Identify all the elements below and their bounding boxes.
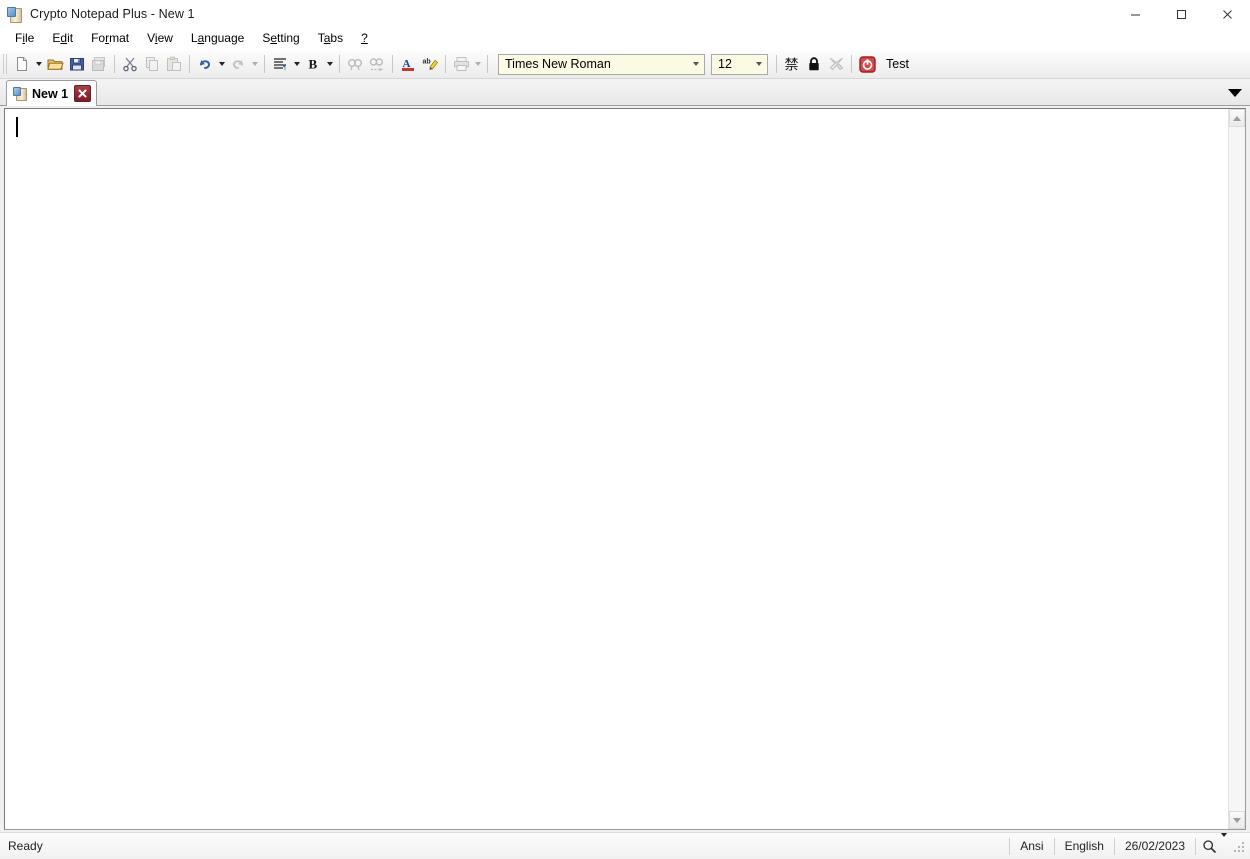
font-name-value: Times New Roman (505, 56, 611, 71)
font-size-combo[interactable]: 12 (711, 53, 768, 75)
close-icon[interactable] (1204, 0, 1250, 28)
status-message: Ready (8, 839, 43, 853)
print-icon[interactable] (450, 53, 472, 75)
scroll-down-icon[interactable] (1229, 811, 1245, 829)
menu-label-post: it (67, 31, 74, 45)
undo-icon[interactable] (194, 53, 216, 75)
menu-item-edit[interactable]: Edit (43, 29, 82, 48)
magnifier-icon (1203, 839, 1217, 853)
cjk-encode-icon[interactable]: 禁 (781, 53, 803, 75)
new-document-dropdown-icon[interactable] (33, 53, 44, 75)
status-language[interactable]: English (1053, 837, 1114, 855)
document-icon (13, 87, 27, 101)
title-bar: Crypto Notepad Plus - New 1 (0, 0, 1250, 28)
bold-dropdown-icon[interactable] (324, 53, 335, 75)
menu-label-accel: ? (361, 31, 368, 45)
tab-new-1[interactable]: New 1 (6, 80, 98, 106)
status-bar: Ready Ansi English 26/02/2023 (0, 832, 1250, 859)
redo-dropdown-icon[interactable] (249, 53, 260, 75)
save-all-icon[interactable] (88, 53, 110, 75)
copy-icon[interactable] (141, 53, 163, 75)
toolbar: ¶ B A ab Times New Roman 12 禁 Test (0, 50, 1250, 79)
font-size-value: 12 (718, 56, 732, 71)
svg-text:ab: ab (422, 59, 430, 66)
menu-label-post: ew (157, 31, 173, 45)
open-folder-icon[interactable] (44, 53, 66, 75)
application-window: Crypto Notepad Plus - New 1 File Edit Fo… (0, 0, 1250, 859)
menu-label-post: mat (109, 31, 130, 45)
status-date: 26/02/2023 (1113, 837, 1196, 855)
text-editor[interactable] (5, 109, 1228, 829)
resize-grip-icon[interactable] (1233, 839, 1247, 853)
lock-icon[interactable] (803, 53, 825, 75)
zoom-control[interactable] (1196, 833, 1231, 855)
tab-list-icon[interactable] (1226, 84, 1244, 102)
menu-item-tabs[interactable]: Tabs (309, 29, 352, 48)
svg-text:B: B (309, 57, 318, 72)
menu-item-view[interactable]: View (138, 29, 182, 48)
font-color-icon[interactable]: A (397, 53, 419, 75)
menu-label-post: bs (330, 31, 344, 45)
menu-label-post: tting (277, 31, 300, 45)
zoom-dropdown-icon[interactable] (1221, 833, 1227, 855)
align-dropdown-icon[interactable] (291, 53, 302, 75)
status-encoding[interactable]: Ansi (1009, 837, 1053, 855)
font-name-dropdown-icon[interactable] (687, 56, 704, 73)
tab-label: New 1 (32, 86, 69, 101)
app-icon (7, 6, 23, 23)
menu-label-post: nguage (204, 31, 245, 45)
cut-icon[interactable] (119, 53, 141, 75)
menu-item-help[interactable]: ? (352, 29, 377, 48)
align-icon[interactable]: ¶ (269, 53, 291, 75)
highlight-icon[interactable]: ab (419, 53, 441, 75)
menu-item-format[interactable]: Format (82, 29, 138, 48)
close-tab-icon[interactable] (74, 85, 92, 102)
test-label[interactable]: Test (886, 57, 909, 71)
toolbar-grip[interactable] (3, 54, 9, 74)
redo-icon[interactable] (227, 53, 249, 75)
menu-bar: File Edit Format View Language Setting T… (0, 28, 1250, 50)
maximize-icon[interactable] (1158, 0, 1204, 28)
editor-area (0, 106, 1250, 832)
font-size-dropdown-icon[interactable] (750, 56, 767, 73)
menu-label-pre: L (190, 31, 198, 45)
save-icon[interactable] (66, 53, 88, 75)
svg-text:¶: ¶ (283, 64, 287, 72)
vertical-scrollbar[interactable] (1228, 109, 1245, 829)
new-document-icon[interactable] (11, 53, 33, 75)
svg-text:禁: 禁 (784, 57, 798, 73)
power-icon[interactable] (856, 53, 878, 75)
paste-icon[interactable] (163, 53, 185, 75)
print-dropdown-icon[interactable] (472, 53, 483, 75)
find-replace-icon[interactable] (366, 53, 388, 75)
font-name-combo[interactable]: Times New Roman (498, 53, 705, 75)
find-icon[interactable] (344, 53, 366, 75)
window-controls (1112, 0, 1250, 28)
scrollbar-track[interactable] (1229, 127, 1245, 811)
menu-label-pre: V (147, 31, 155, 45)
window-title: Crypto Notepad Plus - New 1 (30, 7, 195, 21)
text-caret (16, 117, 18, 137)
tools-icon[interactable] (825, 53, 847, 75)
minimize-icon[interactable] (1112, 0, 1158, 28)
scroll-up-icon[interactable] (1229, 109, 1245, 127)
menu-item-setting[interactable]: Setting (253, 29, 308, 48)
undo-dropdown-icon[interactable] (216, 53, 227, 75)
tab-bar: New 1 (0, 79, 1250, 106)
menu-item-language[interactable]: Language (182, 29, 253, 48)
menu-label-pre: Fo (91, 31, 106, 45)
bold-icon[interactable]: B (302, 53, 324, 75)
menu-label-post: le (25, 31, 35, 45)
editor-frame (4, 108, 1246, 830)
menu-item-file[interactable]: File (6, 29, 43, 48)
